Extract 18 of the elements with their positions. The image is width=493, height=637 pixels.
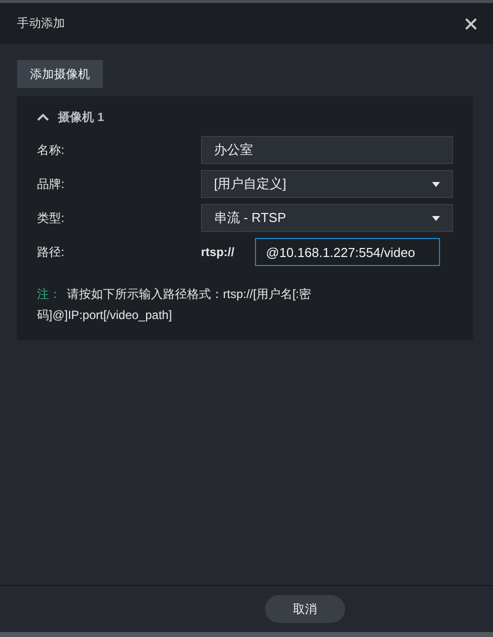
cancel-button[interactable]: 取消 (265, 595, 345, 623)
caret-icon (432, 182, 440, 186)
camera-section-title[interactable]: 摄像机 1 (58, 108, 104, 126)
caret-icon (432, 216, 440, 220)
field-label: 类型: (37, 210, 66, 226)
close-icon[interactable] (465, 18, 477, 30)
add-camera-button[interactable]: 添加摄像机 (17, 60, 103, 88)
path-format-note: 注： 请按如下所示输入路径格式：rtsp://[用户名[:密码]@]IP:port[/video_path] (37, 286, 312, 324)
chevron-up-icon[interactable] (37, 113, 49, 121)
field-label: 品牌: (37, 176, 66, 192)
window-title: 手动添加 (17, 15, 65, 32)
path-field[interactable]: @10.168.1.227:554/video (255, 238, 440, 266)
path-prefix: rtsp:// (201, 245, 236, 259)
dropdown[interactable]: [用户自定义] (201, 170, 453, 198)
dropdown[interactable]: 串流 - RTSP (201, 204, 453, 232)
field-label: 路径: (37, 244, 66, 260)
field-label: 名称: (37, 142, 66, 158)
name-field[interactable]: 办公室 (201, 136, 453, 164)
